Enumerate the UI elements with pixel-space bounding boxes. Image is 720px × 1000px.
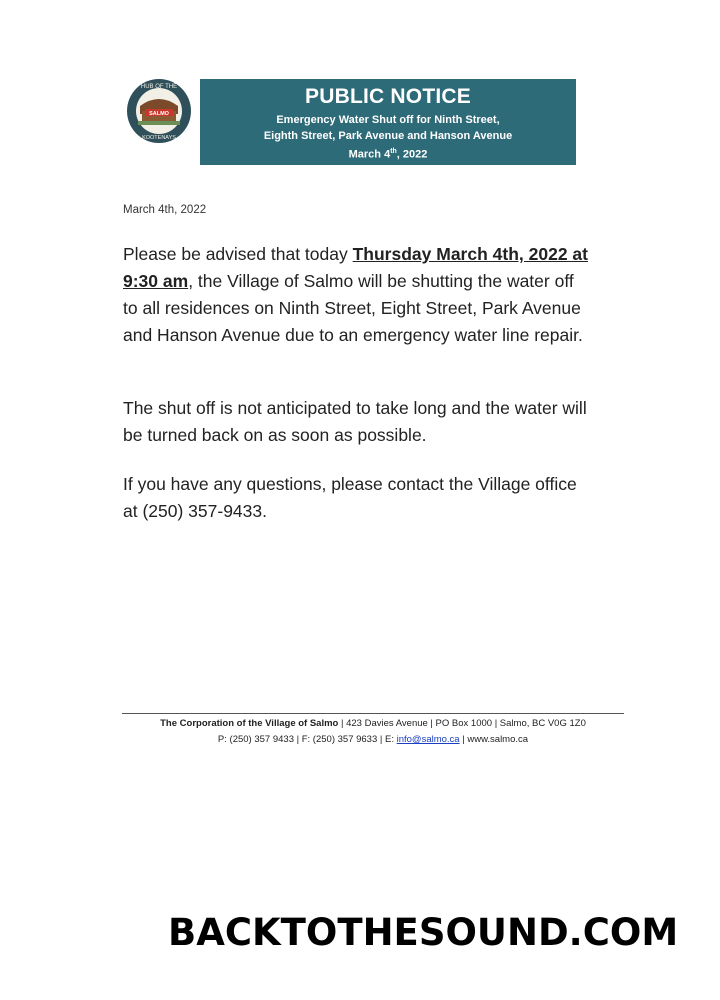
banner-date-prefix: March 4	[348, 148, 391, 161]
notice-banner: PUBLIC NOTICE Emergency Water Shut off f…	[200, 79, 576, 165]
logo-top-text: HUB OF THE	[141, 84, 177, 90]
footer-line-1: The Corporation of the Village of Salmo …	[122, 718, 624, 729]
banner-date-suffix: , 2022	[396, 148, 428, 161]
body-paragraph-3: If you have any questions, please contac…	[123, 474, 577, 521]
footer-email-link[interactable]: info@salmo.ca	[397, 734, 460, 745]
footer-contact: P: (250) 357 9433 | F: (250) 357 9633 | …	[217, 734, 397, 745]
logo-bottom-text: KOOTENAYS	[142, 135, 176, 141]
village-logo: SALMO HUB OF THE KOOTENAYS	[127, 79, 191, 143]
footer-line-2: P: (250) 357 9433 | F: (250) 357 9633 | …	[122, 734, 624, 745]
body-paragraph-2: The shut off is not anticipated to take …	[123, 398, 587, 445]
banner-date: March 4th, 2022	[200, 144, 576, 163]
footer-website[interactable]: | www.salmo.ca	[462, 734, 528, 745]
footer-divider	[122, 713, 624, 714]
letter-date: March 4th, 2022	[123, 204, 207, 216]
banner-title: PUBLIC NOTICE	[305, 85, 471, 108]
watermark-text: BACKTOTHESOUND.COM	[168, 911, 679, 954]
footer-org: The Corporation of the Village of Salmo	[160, 718, 339, 729]
banner-date-sup: th	[390, 148, 397, 155]
footer-address: | 423 Davies Avenue | PO Box 1000 | Salm…	[338, 718, 586, 729]
p1-lead: Please be advised that today	[123, 244, 353, 264]
banner-line-1: Emergency Water Shut off for Ninth Stree…	[276, 114, 500, 126]
body-paragraph-1: Please be advised that today Thursday Ma…	[123, 241, 593, 349]
p1-rest: , the Village of Salmo will be shutting …	[123, 271, 583, 345]
banner-line-2: Eighth Street, Park Avenue and Hanson Av…	[263, 130, 513, 142]
banner-subtitle: Emergency Water Shut off for Ninth Stree…	[200, 112, 576, 163]
logo-center-text: SALMO	[149, 111, 170, 117]
